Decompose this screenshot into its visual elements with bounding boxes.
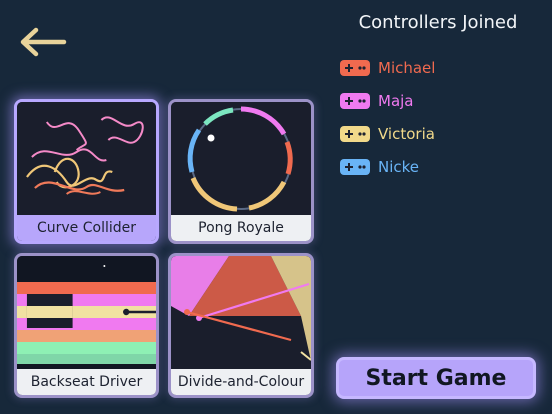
gamepad-icon <box>340 59 370 76</box>
curve-collider-preview <box>17 102 156 217</box>
divide-and-colour-preview <box>171 256 311 371</box>
game-label: Pong Royale <box>171 215 311 241</box>
gamepad-icon <box>340 158 370 175</box>
player-item-maja: Maja <box>340 84 435 117</box>
back-button[interactable] <box>16 24 68 60</box>
start-game-button[interactable]: Start Game <box>336 357 536 399</box>
game-tile-backseat-driver[interactable]: Backseat Driver <box>14 253 159 398</box>
controllers-joined-title: Controllers Joined <box>358 12 518 33</box>
game-label: Curve Collider <box>17 215 156 241</box>
player-item-victoria: Victoria <box>340 117 435 150</box>
player-name: Nicke <box>378 157 420 176</box>
player-name: Maja <box>378 91 414 110</box>
player-name: Victoria <box>378 124 435 143</box>
player-item-michael: Michael <box>340 51 435 84</box>
left-arrow-icon <box>20 27 67 57</box>
player-list: Michael Maja Victoria Nicke <box>340 51 435 183</box>
game-label: Backseat Driver <box>17 369 156 395</box>
game-tile-divide-and-colour[interactable]: Divide-and-Colour <box>168 253 314 398</box>
game-label: Divide-and-Colour <box>171 369 311 395</box>
game-tile-pong-royale[interactable]: Pong Royale <box>168 99 314 244</box>
gamepad-icon <box>340 125 370 142</box>
player-item-nicke: Nicke <box>340 150 435 183</box>
gamepad-icon <box>340 92 370 109</box>
backseat-driver-preview <box>17 256 156 371</box>
game-tile-curve-collider[interactable]: Curve Collider <box>14 99 159 244</box>
player-name: Michael <box>378 58 436 77</box>
pong-royale-preview <box>171 102 311 217</box>
